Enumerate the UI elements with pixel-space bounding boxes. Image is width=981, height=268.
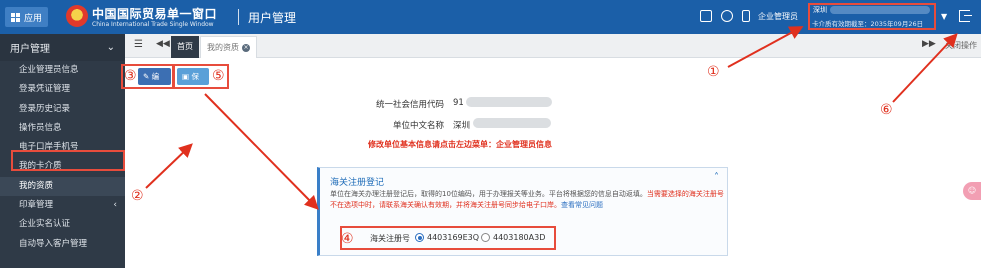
sidebar-item-realname[interactable]: 企业实名认证 xyxy=(0,215,125,234)
annotation-4: ④ xyxy=(341,231,354,247)
chevron-down-icon: ⌄ xyxy=(106,42,115,53)
title-divider xyxy=(238,9,239,25)
tab-bar: ☰ ◀◀ 首页 我的资质 × ▶▶ 关闭操作 xyxy=(125,34,981,58)
menu-toggle-icon[interactable]: ☰ xyxy=(134,39,143,50)
customs-logo-icon xyxy=(66,5,88,27)
sidebar-item-label: 印章管理 xyxy=(19,200,54,211)
qualification-highlight xyxy=(11,150,125,171)
radio-option-1[interactable] xyxy=(415,233,424,242)
header-icons xyxy=(700,10,750,22)
annotation-1: ① xyxy=(707,64,720,80)
headset-icon[interactable] xyxy=(721,10,733,22)
sidebar-item-credentials[interactable]: 登录凭证管理 xyxy=(0,80,125,99)
radio-option-2-label[interactable]: 4403180A3D xyxy=(493,233,545,242)
tab-home[interactable]: 首页 xyxy=(171,36,199,58)
credit-code-value: 91 xyxy=(453,98,464,108)
registration-label: 海关注册号 xyxy=(370,234,410,243)
sidebar-item-auto-import[interactable]: 自动导入客户管理 xyxy=(0,235,125,254)
sidebar-header[interactable]: 用户管理 ⌄ xyxy=(0,34,125,61)
masked-company-name-field xyxy=(473,118,551,128)
floating-help-icon[interactable]: ☺ xyxy=(963,182,981,200)
sidebar-item-login-history[interactable]: 登录历史记录 xyxy=(0,100,125,119)
desc-normal: 单位在海关办理注册登记后，取得的10位编码，用于办理报关等业务。平台将根据您的信… xyxy=(330,190,647,198)
faq-link[interactable]: 查看常见问题 xyxy=(561,201,603,209)
app-menu-button[interactable]: 应用 xyxy=(5,7,48,27)
close-ops-button[interactable]: 关闭操作 xyxy=(945,40,977,51)
annotation-2: ② xyxy=(131,188,144,204)
mail-icon[interactable] xyxy=(700,10,712,22)
sidebar-item-seal[interactable]: 印章管理 ‹ xyxy=(0,196,125,215)
user-info-highlight xyxy=(808,3,936,30)
radio-option-2[interactable] xyxy=(481,233,490,242)
page-title: 用户管理 xyxy=(248,11,297,25)
panel-title: 海关注册登记 xyxy=(330,178,385,188)
sidebar-item-operators[interactable]: 操作员信息 xyxy=(0,119,125,138)
logout-icon[interactable] xyxy=(959,10,972,22)
user-role[interactable]: 企业管理员 xyxy=(758,11,798,22)
mobile-icon[interactable] xyxy=(742,10,750,22)
sidebar-title: 用户管理 xyxy=(10,44,50,55)
save-button[interactable]: ▣ 保存 xyxy=(177,68,209,98)
company-name-label: 单位中文名称 xyxy=(392,121,444,131)
masked-credit-code xyxy=(466,97,552,107)
close-icon[interactable]: × xyxy=(242,43,250,52)
chevron-left-icon: ‹ xyxy=(113,200,117,211)
brand-subtitle: China International Trade Single Window xyxy=(92,21,214,28)
panel-description: 单位在海关办理注册登记后，取得的10位编码，用于办理报关等业务。平台将根据您的信… xyxy=(330,189,725,211)
edit-notice: 修改单位基本信息请点击左边菜单：企业管理员信息 xyxy=(368,140,552,149)
arrow-5 xyxy=(204,93,319,210)
company-name-value: 深圳 xyxy=(453,121,471,131)
annotation-6: ⑥ xyxy=(880,102,893,118)
sidebar-item-qualification[interactable]: 我的资质 xyxy=(0,176,125,197)
brand-title: 中国国际贸易单一窗口 xyxy=(92,7,218,21)
app-menu-label: 应用 xyxy=(24,13,43,24)
arrow-2 xyxy=(145,143,193,189)
sidebar-item-admin-info[interactable]: 企业管理员信息 xyxy=(0,61,125,80)
tab-label: 我的资质 xyxy=(207,43,239,52)
top-bar: 应用 中国国际贸易单一窗口 China International Trade … xyxy=(0,0,981,34)
tabs-next-icon[interactable]: ▶▶ xyxy=(922,39,936,49)
annotation-5: ⑤ xyxy=(212,68,225,84)
chevron-up-icon[interactable]: ˄ xyxy=(714,172,719,183)
credit-code-label: 统一社会信用代码 xyxy=(375,100,444,110)
tab-qualification[interactable]: 我的资质 × xyxy=(200,36,257,58)
annotation-3: ③ xyxy=(124,68,137,84)
edit-button[interactable]: ✎ 编辑 xyxy=(138,68,171,98)
user-dropdown-icon[interactable]: ▼ xyxy=(941,12,947,21)
tabs-prev-icon[interactable]: ◀◀ xyxy=(156,39,170,49)
grid-icon xyxy=(11,12,20,22)
radio-option-1-label[interactable]: 4403169E3Q xyxy=(427,233,479,242)
